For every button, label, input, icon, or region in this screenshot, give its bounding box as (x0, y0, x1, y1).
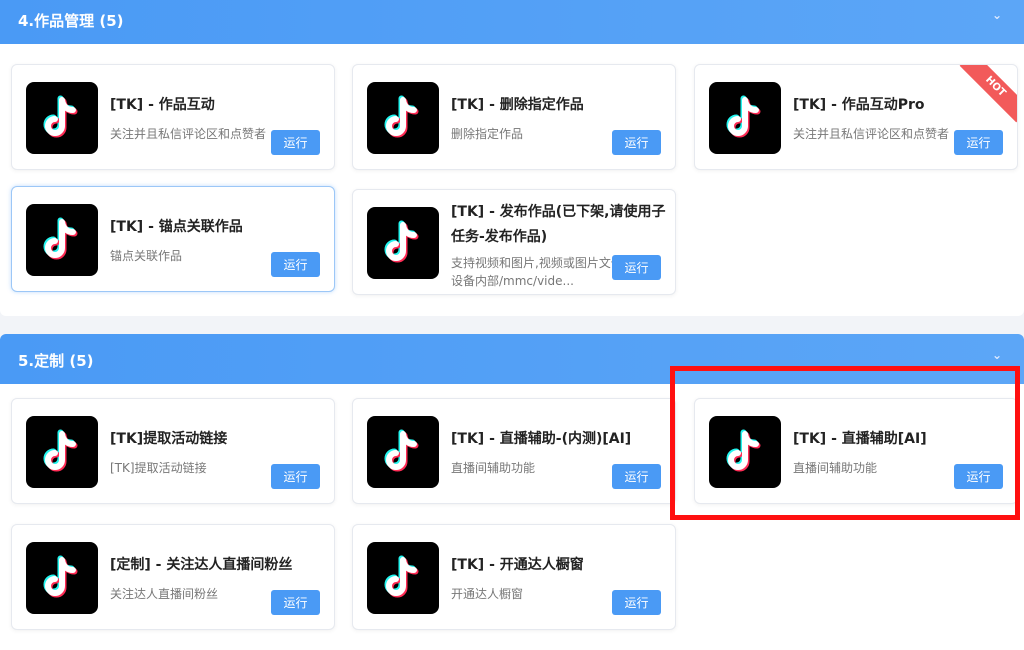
section-header[interactable]: 4.作品管理 (5) ⌄ (0, 0, 1024, 44)
card-description: 关注达人直播间粉丝 (110, 587, 219, 601)
tiktok-logo-icon (367, 82, 439, 154)
task-card[interactable]: [定制] - 关注达人直播间粉丝 关注达人直播间粉丝 运行 (11, 524, 335, 630)
task-card[interactable]: [TK] - 直播辅助[AI] 直播间辅助功能 运行 (694, 398, 1018, 504)
run-button[interactable]: 运行 (271, 252, 320, 277)
run-button[interactable]: 运行 (271, 464, 320, 489)
tiktok-logo-icon (709, 82, 781, 154)
tiktok-logo-icon (367, 207, 439, 279)
section-title: 4.作品管理 (5) (18, 12, 124, 30)
task-card[interactable]: [TK] - 锚点关联作品 锚点关联作品 运行 (11, 186, 335, 292)
card-description: 直播间辅助功能 (793, 461, 878, 475)
card-description: 锚点关联作品 (110, 249, 183, 263)
card-title: [TK] - 直播辅助[AI] (793, 431, 927, 447)
card-description: [TK]提取活动链接 (110, 461, 207, 475)
section-header[interactable]: 5.定制 (5) ⌄ (0, 334, 1024, 384)
task-card[interactable]: [TK] - 直播辅助-(内测)[AI] 直播间辅助功能 运行 (352, 398, 676, 504)
card-description: 直播间辅助功能 (451, 461, 536, 475)
task-card[interactable]: [TK] - 作品互动 关注并且私信评论区和点赞者 运行 (11, 64, 335, 170)
tiktok-logo-icon (367, 416, 439, 488)
tiktok-logo-icon (367, 542, 439, 614)
card-title: [TK] - 作品互动Pro (793, 97, 925, 113)
run-button[interactable]: 运行 (612, 255, 661, 280)
tiktok-logo-icon (26, 542, 98, 614)
tiktok-logo-icon (709, 416, 781, 488)
chevron-down-icon[interactable]: ⌄ (992, 348, 1002, 362)
task-card[interactable]: [TK] - 开通达人橱窗 开通达人橱窗 运行 (352, 524, 676, 630)
card-description: 删除指定作品 (451, 127, 524, 141)
card-title: [定制] - 关注达人直播间粉丝 (110, 557, 293, 573)
task-card[interactable]: [TK]提取活动链接 [TK]提取活动链接 运行 (11, 398, 335, 504)
chevron-down-icon[interactable]: ⌄ (992, 8, 1002, 22)
task-card[interactable]: [TK] - 删除指定作品 删除指定作品 运行 (352, 64, 676, 170)
card-title: [TK] - 删除指定作品 (451, 97, 584, 113)
card-title: [TK] - 锚点关联作品 (110, 219, 243, 235)
card-title: [TK] - 直播辅助-(内测)[AI] (451, 431, 632, 447)
run-button[interactable]: 运行 (954, 130, 1003, 155)
run-button[interactable]: 运行 (612, 590, 661, 615)
tiktok-logo-icon (26, 82, 98, 154)
section-title: 5.定制 (5) (18, 352, 94, 370)
card-description: 关注并且私信评论区和点赞者 (793, 127, 950, 141)
section-custom: 5.定制 (5) ⌄ [TK]提取活动链接 [TK]提取活动链接 运行 [TK]… (0, 334, 1024, 650)
card-title: [TK] - 作品互动 (110, 97, 215, 113)
card-title: [TK]提取活动链接 (110, 431, 228, 447)
task-card[interactable]: [TK] - 作品互动Pro 关注并且私信评论区和点赞者 运行 HOT (694, 64, 1018, 170)
tiktok-logo-icon (26, 204, 98, 276)
run-button[interactable]: 运行 (271, 130, 320, 155)
tiktok-logo-icon (26, 416, 98, 488)
run-button[interactable]: 运行 (612, 130, 661, 155)
task-card[interactable]: [TK] - 发布作品(已下架,请使用子任务-发布作品) 支持视频和图片,视频或… (352, 189, 676, 295)
run-button[interactable]: 运行 (271, 590, 320, 615)
card-description: 关注并且私信评论区和点赞者 (110, 127, 267, 141)
run-button[interactable]: 运行 (612, 464, 661, 489)
card-title: [TK] - 开通达人橱窗 (451, 557, 584, 573)
run-button[interactable]: 运行 (954, 464, 1003, 489)
card-description: 开通达人橱窗 (451, 587, 524, 601)
section-works-management: 4.作品管理 (5) ⌄ [TK] - 作品互动 关注并且私信评论区和点赞者 运… (0, 0, 1024, 316)
card-title: [TK] - 发布作品(已下架,请使用子任务-发布作品) (451, 204, 666, 245)
